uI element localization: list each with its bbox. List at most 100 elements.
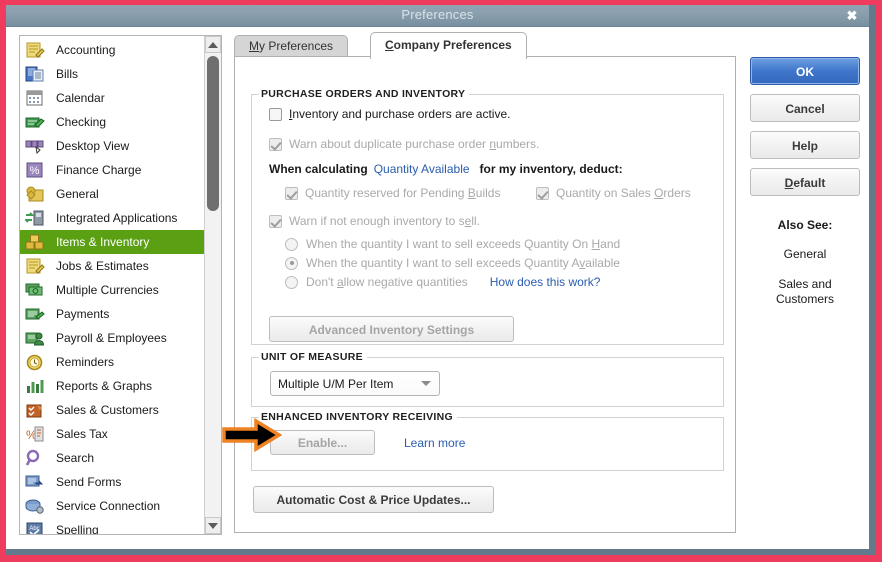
sidebar-item-label: Service Connection bbox=[56, 499, 161, 513]
multiple-currencies-icon bbox=[25, 281, 45, 299]
sales-orders-checkbox[interactable] bbox=[536, 186, 549, 200]
tab-label: y Preferences bbox=[259, 39, 334, 53]
sidebar-item-label: Accounting bbox=[56, 43, 116, 57]
sidebar-item-payments[interactable]: Payments bbox=[20, 302, 206, 326]
sidebar-item-search[interactable]: Search bbox=[20, 446, 206, 470]
sidebar-item-label: Payments bbox=[56, 307, 110, 321]
unit-of-measure-value: Multiple U/M Per Item bbox=[278, 376, 394, 391]
sidebar-item-spelling[interactable]: Abc Spelling bbox=[20, 518, 206, 534]
enable-button[interactable]: Enable... bbox=[270, 430, 375, 455]
radio-no-negative[interactable] bbox=[285, 275, 298, 289]
default-label-rest: efault bbox=[793, 176, 826, 190]
also-see-link-sales-and-customers[interactable]: Sales and Customers bbox=[750, 277, 860, 307]
inventory-active-label: Inventory and purchase orders are active… bbox=[289, 107, 511, 121]
sidebar-item-label: Finance Charge bbox=[56, 163, 142, 177]
finance-charge-icon: % bbox=[25, 161, 45, 179]
title-bar: Preferences ✖ bbox=[6, 5, 869, 27]
sidebar-item-payroll-employees[interactable]: Payroll & Employees bbox=[20, 326, 206, 350]
sidebar-item-general[interactable]: General bbox=[20, 182, 206, 206]
general-icon bbox=[25, 185, 45, 203]
tab-accel: M bbox=[249, 39, 259, 53]
sidebar-item-calendar[interactable]: Calendar bbox=[20, 86, 206, 110]
radio-exceeds-on-hand-row[interactable]: When the quantity I want to sell exceeds… bbox=[285, 237, 620, 251]
sidebar-item-accounting[interactable]: Accounting bbox=[20, 38, 206, 62]
sidebar-item-checking[interactable]: Checking bbox=[20, 110, 206, 134]
inventory-active-row[interactable]: Inventory and purchase orders are active… bbox=[269, 107, 510, 121]
payroll-employees-icon bbox=[25, 329, 45, 347]
accounting-icon bbox=[25, 41, 45, 59]
deduct-sales-orders-row[interactable]: Quantity on Sales Orders bbox=[536, 186, 691, 200]
how-does-this-work-link[interactable]: How does this work? bbox=[490, 275, 601, 289]
warn-duplicate-po-checkbox[interactable] bbox=[269, 137, 282, 151]
sidebar-item-label: Sales Tax bbox=[56, 427, 108, 441]
deduct-pending-builds-row[interactable]: Quantity reserved for Pending Builds bbox=[285, 186, 500, 200]
warn-not-enough-row[interactable]: Warn if not enough inventory to sell. bbox=[269, 214, 480, 228]
search-icon bbox=[25, 449, 45, 467]
preferences-window: Preferences ✖ Accounting Bills Calendar … bbox=[0, 0, 882, 562]
purchase-orders-group-title: PURCHASE ORDERS AND INVENTORY bbox=[259, 88, 470, 100]
sidebar-item-label: Reminders bbox=[56, 355, 115, 369]
sales-orders-label: Quantity on Sales Orders bbox=[556, 186, 691, 200]
warn-duplicate-po-row[interactable]: Warn about duplicate purchase order numb… bbox=[269, 137, 539, 151]
sidebar-item-label: Calendar bbox=[56, 91, 105, 105]
sidebar-item-sales-tax[interactable]: % Sales Tax bbox=[20, 422, 206, 446]
scrollbar-thumb[interactable] bbox=[207, 56, 219, 211]
unit-of-measure-select[interactable]: Multiple U/M Per Item bbox=[270, 371, 440, 396]
cancel-button[interactable]: Cancel bbox=[750, 94, 860, 122]
desktop-view-icon bbox=[25, 137, 45, 155]
radio-exceeds-available-row[interactable]: When the quantity I want to sell exceeds… bbox=[285, 256, 620, 270]
sidebar-item-multiple-currencies[interactable]: Multiple Currencies bbox=[20, 278, 206, 302]
radio-no-negative-row[interactable]: Don't allow negative quantities How does… bbox=[285, 275, 600, 289]
when-calculating-suffix: for my inventory, deduct: bbox=[479, 162, 623, 176]
sidebar-item-items-inventory[interactable]: Items & Inventory bbox=[20, 230, 206, 254]
warn-duplicate-po-label: Warn about duplicate purchase order numb… bbox=[289, 137, 540, 151]
radio-exceeds-on-hand[interactable] bbox=[285, 237, 298, 251]
ok-button[interactable]: OK bbox=[750, 57, 860, 85]
help-button[interactable]: Help bbox=[750, 131, 860, 159]
preferences-category-list[interactable]: Accounting Bills Calendar Checking Deskt… bbox=[19, 35, 222, 535]
items-inventory-icon bbox=[25, 233, 45, 251]
sidebar-item-reports-graphs[interactable]: Reports & Graphs bbox=[20, 374, 206, 398]
sidebar-item-jobs-estimates[interactable]: Jobs & Estimates bbox=[20, 254, 206, 278]
svg-text:%: % bbox=[30, 165, 40, 177]
learn-more-link[interactable]: Learn more bbox=[404, 436, 465, 450]
advanced-inventory-settings-button[interactable]: Advanced Inventory Settings bbox=[269, 316, 514, 342]
sidebar-item-sales-customers[interactable]: Sales & Customers bbox=[20, 398, 206, 422]
when-calculating-prefix: When calculating bbox=[269, 162, 368, 176]
sidebar-item-label: Search bbox=[56, 451, 95, 465]
inventory-active-checkbox[interactable] bbox=[269, 107, 282, 121]
radio-exceeds-available-label: When the quantity I want to sell exceeds… bbox=[306, 256, 620, 270]
close-icon[interactable]: ✖ bbox=[843, 7, 861, 24]
sidebar-item-label: Sales & Customers bbox=[56, 403, 159, 417]
tab-company-preferences[interactable]: Company Preferences bbox=[370, 32, 527, 59]
automatic-cost-price-updates-button[interactable]: Automatic Cost & Price Updates... bbox=[253, 486, 494, 513]
enhanced-inventory-receiving-group: ENHANCED INVENTORY RECEIVING Enable... L… bbox=[251, 411, 724, 471]
warn-not-enough-checkbox[interactable] bbox=[269, 214, 282, 228]
send-forms-icon bbox=[25, 473, 45, 491]
purchase-orders-group: PURCHASE ORDERS AND INVENTORY Inventory … bbox=[251, 88, 724, 345]
sidebar-item-send-forms[interactable]: Send Forms bbox=[20, 470, 206, 494]
sidebar-item-bills[interactable]: Bills bbox=[20, 62, 206, 86]
pending-builds-checkbox[interactable] bbox=[285, 186, 298, 200]
scroll-up-icon[interactable] bbox=[205, 36, 221, 53]
radio-exceeds-available[interactable] bbox=[285, 256, 298, 270]
sales-customers-icon bbox=[25, 401, 45, 419]
also-see-link-general[interactable]: General bbox=[750, 247, 860, 262]
sidebar-item-finance-charge[interactable]: % Finance Charge bbox=[20, 158, 206, 182]
dialog-buttons-column: OK Cancel Help Default Also See: General… bbox=[750, 57, 862, 307]
scroll-down-icon[interactable] bbox=[205, 517, 221, 534]
reminders-icon bbox=[25, 353, 45, 371]
sidebar-item-label: Jobs & Estimates bbox=[56, 259, 149, 273]
sidebar-item-service-connection[interactable]: Service Connection bbox=[20, 494, 206, 518]
sidebar-item-label: Multiple Currencies bbox=[56, 283, 159, 297]
bills-icon bbox=[25, 65, 45, 83]
sidebar-item-reminders[interactable]: Reminders bbox=[20, 350, 206, 374]
sidebar-scrollbar[interactable] bbox=[204, 36, 221, 534]
unit-of-measure-group-title: UNIT OF MEASURE bbox=[259, 351, 367, 363]
sidebar-item-desktop-view[interactable]: Desktop View bbox=[20, 134, 206, 158]
quantity-available-link[interactable]: Quantity Available bbox=[374, 162, 470, 176]
tab-my-preferences[interactable]: My Preferences bbox=[234, 35, 349, 58]
sidebar-item-integrated-applications[interactable]: Integrated Applications bbox=[20, 206, 206, 230]
chevron-down-icon[interactable] bbox=[413, 381, 439, 386]
default-button[interactable]: Default bbox=[750, 168, 860, 196]
